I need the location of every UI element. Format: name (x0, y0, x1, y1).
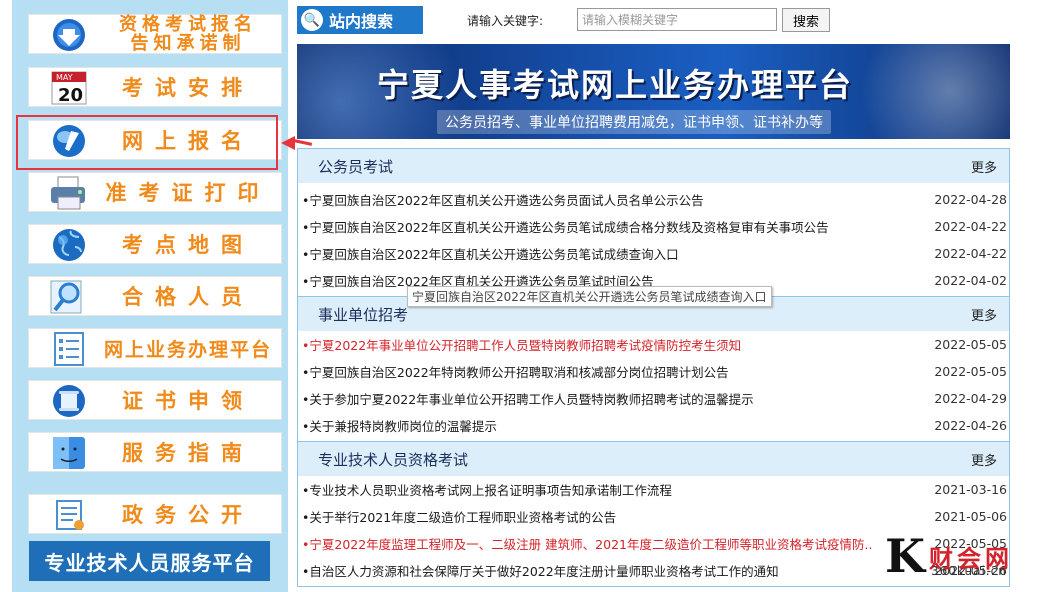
list-item[interactable]: •专业技术人员职业资格考试网上报名证明事项告知承诺制工作流程 2021-03-16 (302, 479, 1007, 499)
printer-icon (47, 176, 91, 210)
link-tooltip: 宁夏回族自治区2022年区直机关公开遴选公务员笔试成绩查询入口 (407, 286, 772, 307)
sidebar-item-online-business-platform[interactable]: 网上业务办理平台 (28, 328, 282, 368)
sidebar-item-service-guide[interactable]: 服务指南 (28, 432, 282, 472)
banner-subtitle: 公务员招考、事业单位招聘费用减免，证书申领、证书补办等 (437, 110, 831, 134)
search-icon: 🔍 (301, 9, 323, 31)
sidebar-item-government-affairs[interactable]: 政务公开 (28, 494, 282, 534)
sidebar-item-qualified-persons[interactable]: 合格人员 (28, 276, 282, 316)
sidebar-item-exam-schedule[interactable]: MAY 20 考试安排 (28, 67, 282, 107)
sidebar-item-exam-registration-commitment[interactable]: 资格考试报名 告知承诺制 (28, 14, 282, 54)
more-link[interactable]: 更多 (971, 450, 997, 469)
more-link[interactable]: 更多 (971, 305, 997, 324)
sidebar-item-label: 网上业务办理平台 (103, 338, 272, 361)
sidebar-item-exam-site-map[interactable]: 考点地图 (28, 224, 282, 264)
sidebar-item-label: 资格考试报名 (119, 14, 257, 35)
sidebar-item-label: 证书申领 (122, 388, 254, 413)
professional-service-platform-button[interactable]: 专业技术人员服务平台 (29, 541, 270, 581)
sidebar-item-label: 合格人员 (122, 284, 254, 309)
download-arrow-icon (47, 18, 91, 52)
search-tab: 🔍 站内搜索 (297, 6, 423, 34)
section-title: 事业单位招考 (318, 305, 409, 324)
search-prompt: 请输入关键字: (467, 14, 544, 28)
search-tab-label: 站内搜索 (329, 12, 394, 31)
arrow-annotation (281, 136, 295, 150)
highlight-box (16, 115, 278, 170)
svg-text:MAY: MAY (56, 73, 73, 82)
list-item[interactable]: •宁夏回族自治区2022年区直机关公开遴选公务员面试人员名单公示公告 2022-0… (302, 189, 1007, 209)
sidebar: 资格考试报名 告知承诺制 MAY20 考试安排 网上报名 准考证打印 考点地图 (12, 0, 288, 592)
section-title: 公务员考试 (318, 157, 394, 176)
section-title: 专业技术人员资格考试 (318, 450, 469, 469)
search-button[interactable]: 搜索 (782, 8, 830, 32)
list-item[interactable]: •宁夏回族自治区2022年特岗教师公开招聘取消和核减部分岗位招聘计划公告 2022… (302, 361, 1007, 381)
sidebar-item-certificate-application[interactable]: 证书申领 (28, 380, 282, 420)
document-icon (47, 498, 91, 532)
sidebar-item-admission-ticket-print[interactable]: 准考证打印 (28, 172, 282, 212)
svg-text:20: 20 (58, 85, 83, 106)
section-civil-servant-exam: 公务员考试 更多 •宁夏回族自治区2022年区直机关公开遴选公务员面试人员名单公… (297, 148, 1010, 297)
search-input[interactable] (577, 8, 777, 31)
list-item[interactable]: •关于举行2021年度二级造价工程师职业资格考试的公告 2021-05-06 (302, 506, 1007, 526)
banner: 宁夏人事考试网上业务办理平台 公务员招考、事业单位招聘费用减免，证书申领、证书补… (297, 44, 1010, 139)
sidebar-item-label: 告知承诺制 (130, 33, 246, 54)
search-bar: 🔍 站内搜索 请输入关键字: 搜索 (297, 6, 1010, 34)
main-content: 🔍 站内搜索 请输入关键字: 搜索 宁夏人事考试网上业务办理平台 公务员招考、事… (297, 0, 1010, 592)
list-item[interactable]: •关于参加宁夏2022年事业单位公开招聘工作人员暨特岗教师招聘考试的温馨提示 20… (302, 388, 1007, 408)
watermark-k-icon: K (885, 529, 925, 583)
list-item[interactable]: •宁夏回族自治区2022年区直机关公开遴选公务员笔试成绩查询入口 2022-04-… (302, 243, 1007, 263)
calendar-icon: MAY 20 (47, 71, 91, 106)
list-item[interactable]: •宁夏回族自治区2022年区直机关公开遴选公务员笔试成绩合格分数线及资格复审有关… (302, 216, 1007, 236)
list-item[interactable]: •宁夏2022年事业单位公开招聘工作人员暨特岗教师招聘考试疫情防控考生须知 202… (302, 334, 1007, 354)
earth-icon (47, 228, 91, 262)
checklist-icon (47, 332, 91, 366)
section-public-institution-recruitment: 事业单位招考 更多 •宁夏2022年事业单位公开招聘工作人员暨特岗教师招聘考试疫… (297, 296, 1010, 442)
list-item[interactable]: •关于兼报特岗教师岗位的温馨提示 2022-04-26 (302, 415, 1007, 435)
sidebar-item-label: 考试安排 (122, 75, 254, 100)
more-link[interactable]: 更多 (971, 157, 997, 176)
mac-finder-icon (47, 436, 91, 470)
scroll-icon (47, 384, 91, 418)
banner-title: 宁夏人事考试网上业务办理平台 (377, 66, 854, 104)
sidebar-item-label: 考点地图 (122, 232, 254, 257)
watermark-logo: K 财会网 360kuai.cn (885, 528, 1035, 584)
magnifier-icon (47, 280, 91, 314)
sidebar-item-label: 服务指南 (122, 440, 254, 465)
sidebar-item-label: 准考证打印 (105, 180, 271, 205)
watermark-url: 360kuai.cn (931, 564, 1007, 578)
sidebar-item-label: 政务公开 (122, 502, 254, 527)
